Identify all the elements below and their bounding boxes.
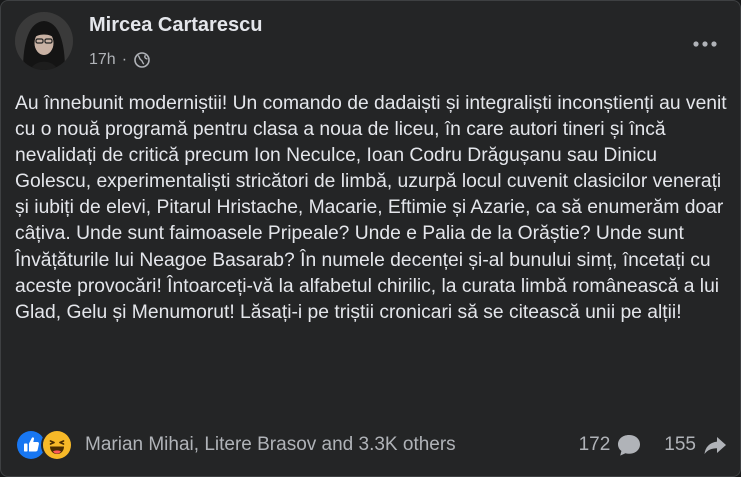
post-meta: 17h ·	[89, 49, 151, 71]
more-options-button[interactable]	[685, 28, 725, 60]
comments-count-label: 172	[578, 434, 611, 455]
share-arrow-icon	[704, 437, 726, 454]
author-name[interactable]: Mircea Cartarescu	[89, 14, 262, 37]
reactors-text[interactable]: Marian Mihai, Litere Brasov and 3.3K oth…	[85, 434, 456, 456]
post-text: Au înnebunit moderniștii! Un comando de …	[15, 93, 727, 323]
globe-icon[interactable]	[133, 51, 151, 69]
reactions-summary[interactable]: Marian Mihai, Litere Brasov and 3.3K oth…	[15, 429, 456, 461]
comments-count[interactable]: 172	[579, 433, 643, 457]
shares-count[interactable]: 155	[664, 433, 728, 457]
engagement-stats: 172 155	[579, 429, 728, 461]
post-time[interactable]: 17h	[89, 51, 116, 69]
shares-count-label: 155	[664, 434, 696, 455]
post-card: Mircea Cartarescu 17h · Au înnebunit mod…	[0, 0, 741, 477]
haha-icon	[41, 429, 73, 461]
more-horizontal-icon	[692, 35, 718, 53]
author-avatar[interactable]	[15, 12, 73, 70]
comment-bubble-icon	[618, 435, 641, 456]
meta-separator: ·	[121, 51, 128, 68]
